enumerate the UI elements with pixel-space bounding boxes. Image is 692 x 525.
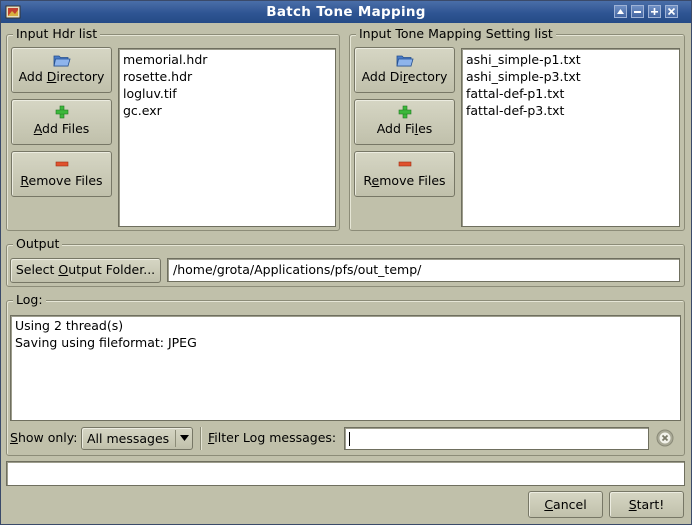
select-output-folder-button[interactable]: Select Output Folder... [10,258,161,283]
tm-remove-files-label-post: move Files [379,173,446,188]
plus-icon [398,105,411,119]
hdr-add-files-button[interactable]: Add Files [11,99,112,145]
log-line: Using 2 thread(s) [15,318,124,333]
output-folder-field[interactable]: /home/grota/Applications/pfs/out_temp/ [167,258,680,282]
log-group-label: Log: [13,292,46,308]
tm-add-files-label-post: es [418,121,433,136]
status-bar [6,461,685,486]
show-only-selected: All messages [87,431,170,446]
tm-remove-files-button[interactable]: Remove Files [354,151,455,197]
window-title: Batch Tone Mapping [266,4,426,20]
show-only-mnemonic: S [10,430,18,445]
filter-log-input[interactable] [344,427,649,450]
start-mnemonic: S [628,497,637,512]
select-output-folder-label-pre: Select [15,262,59,277]
minus-icon [55,161,68,167]
hdr-remove-files-mnemonic: R [20,173,29,188]
minimize-icon [634,11,641,13]
log-output[interactable]: Using 2 thread(s) Saving using fileforma… [10,315,681,421]
list-item[interactable]: gc.exr [123,102,331,119]
hdr-remove-files-label-post: emove Files [28,173,103,188]
cancel-button[interactable]: Cancel [528,491,603,518]
plus-icon [55,105,68,119]
minimize-button[interactable] [631,5,644,18]
folder-open-icon [53,55,71,67]
close-icon [667,7,676,16]
log-group: Log: Using 2 thread(s) Saving using file… [6,292,685,456]
clear-filter-button[interactable] [654,427,678,450]
toolbar-separator [200,427,201,450]
show-only-label: Show only: [10,430,77,446]
minus-icon [398,161,411,167]
hdr-add-directory-mnemonic: D [46,69,57,84]
list-item[interactable]: memorial.hdr [123,51,331,68]
input-hdr-group: Input Hdr list Add Directory Add Files R… [6,26,340,231]
list-item[interactable]: fattal-def-p1.txt [466,85,675,102]
tm-remove-files-label-pre: R [363,173,372,188]
shade-button[interactable] [614,5,627,18]
list-item[interactable]: logluv.tif [123,85,331,102]
hdr-file-list[interactable]: memorial.hdr rosette.hdr logluv.tif gc.e… [118,48,336,227]
hdr-add-directory-label-pre: Add [18,69,47,84]
select-output-folder-mnemonic: O [58,262,69,277]
filter-log-label-post: ilter Log messages: [214,430,337,445]
hdr-add-directory-button[interactable]: Add Directory [11,47,112,93]
close-button[interactable] [665,5,678,18]
tm-add-files-label-pre: Add Fi [376,121,415,136]
tm-add-directory-button[interactable]: Add Directory [354,47,455,93]
tm-add-directory-label-pre: Add Di [361,69,403,84]
start-button[interactable]: Start! [609,491,684,518]
list-item[interactable]: fattal-def-p3.txt [466,102,675,119]
list-item[interactable]: rosette.hdr [123,68,331,85]
list-item[interactable]: ashi_simple-p1.txt [466,51,675,68]
log-line: Saving using fileformat: JPEG [15,335,197,350]
input-tm-group: Input Tone Mapping Setting list Add Dire… [349,26,685,231]
folder-open-icon [396,55,414,67]
tm-add-directory-label-post: ectory [407,69,448,84]
title-bar[interactable]: Batch Tone Mapping [1,1,691,23]
maximize-button[interactable] [648,5,661,18]
chevron-down-icon [180,435,189,441]
hdr-add-directory-label-post: irectory [56,69,105,84]
dropdown-separator [175,430,176,447]
arrow-up-icon [617,9,624,14]
input-hdr-group-label: Input Hdr list [13,26,101,42]
start-label-post: tart! [636,497,665,512]
clear-icon [656,429,674,447]
hdr-add-files-label-post: dd Files [42,121,90,136]
cancel-label-post: ancel [553,497,587,512]
tm-add-files-button[interactable]: Add Files [354,99,455,145]
cancel-mnemonic: C [544,497,554,512]
hdr-add-files-mnemonic: A [33,121,43,136]
show-only-label-post: how only: [17,430,78,445]
filter-log-label: Filter Log messages: [208,430,336,446]
output-group-label: Output [13,236,63,252]
plus-icon [651,8,658,15]
tm-settings-list[interactable]: ashi_simple-p1.txt ashi_simple-p3.txt fa… [461,48,680,227]
show-only-dropdown[interactable]: All messages [81,427,193,450]
input-tm-group-label: Input Tone Mapping Setting list [356,26,556,42]
list-item[interactable]: ashi_simple-p3.txt [466,68,675,85]
batch-tone-mapping-window: Batch Tone Mapping Input Hdr list Add Di… [0,0,692,525]
hdr-remove-files-button[interactable]: Remove Files [11,151,112,197]
text-cursor [349,432,350,446]
select-output-folder-label-post: utput Folder... [68,262,156,277]
output-group: Output Select Output Folder... /home/gro… [6,236,685,287]
